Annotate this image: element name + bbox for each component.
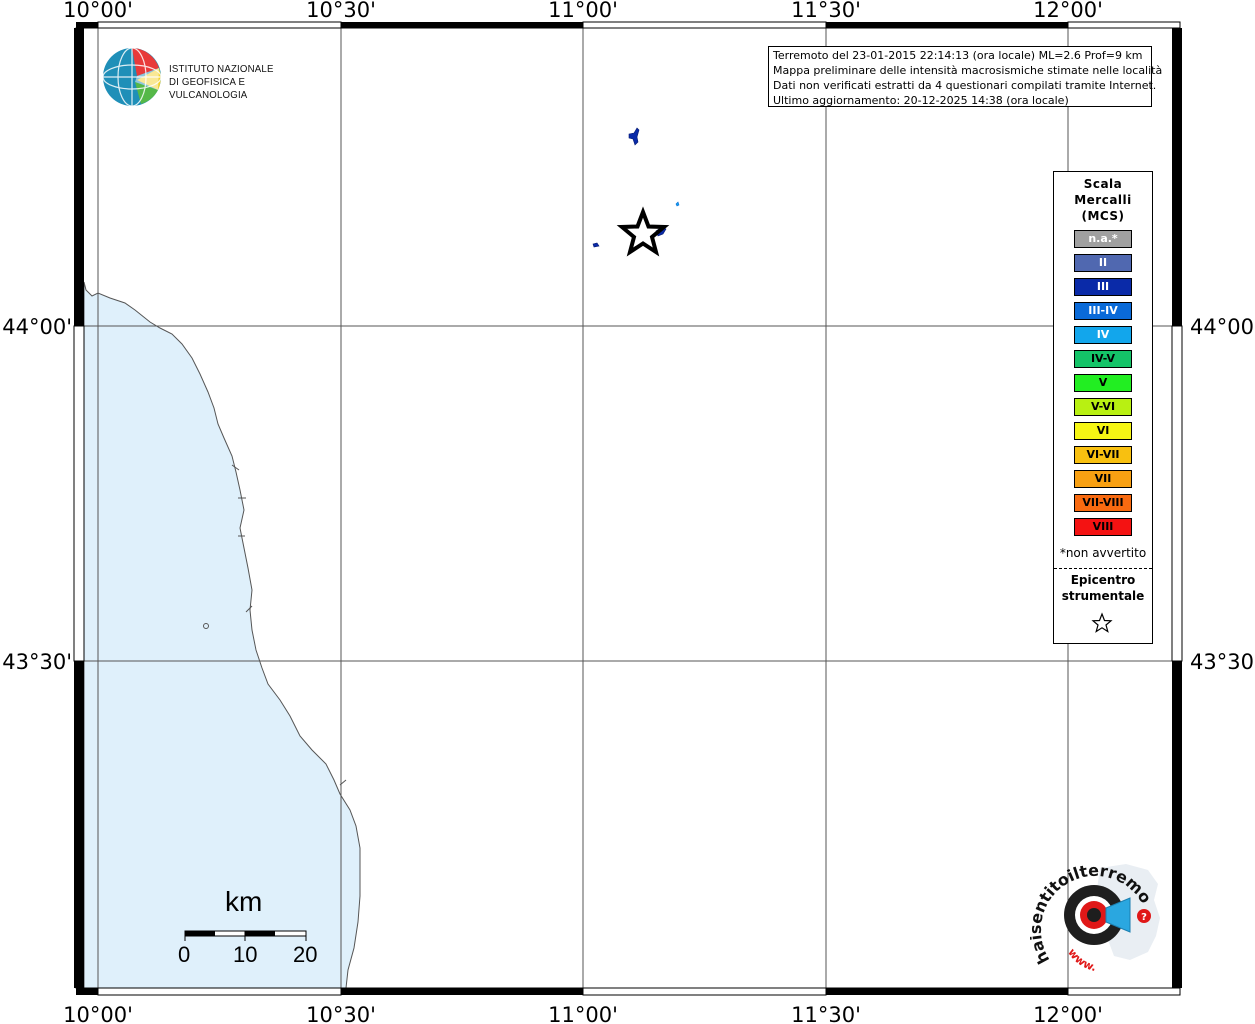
legend-item-viii: VIII — [1074, 518, 1132, 536]
legend-title-line2: Mercalli — [1074, 193, 1132, 207]
lon-tick-bottom-2: 10°30' — [306, 1003, 376, 1024]
svg-text:www.: www. — [1065, 946, 1097, 974]
globe-icon — [102, 47, 162, 107]
haisentito-logo: ? haisentitoilterremoto.it www. — [1025, 845, 1160, 975]
info-line-3: Dati non verificati estratti da 4 questi… — [773, 79, 1157, 92]
lon-tick-bottom-3: 11°00' — [548, 1003, 618, 1024]
legend-item-ii: II — [1074, 254, 1132, 272]
lon-tick-top-2: 10°30' — [306, 0, 376, 22]
sea-area — [83, 281, 361, 989]
lat-tick-right-2: 43°30' — [1190, 650, 1255, 674]
info-line-1: Terremoto del 23-01-2015 22:14:13 (ora l… — [773, 49, 1143, 62]
info-line-2: Mappa preliminare delle intensità macros… — [773, 64, 1163, 77]
legend-epicenter-line1: Epicentro — [1070, 573, 1136, 587]
lat-tick-right-1: 44°00' — [1190, 315, 1255, 339]
legend-item-iii-iv: III-IV — [1074, 302, 1132, 320]
scale-label-10: 10 — [233, 942, 258, 967]
lon-tick-top-3: 11°00' — [548, 0, 618, 22]
report-marker-2 — [592, 242, 600, 248]
lon-tick-bottom-5: 12°00' — [1033, 1003, 1103, 1024]
lon-tick-top-1: 10°00' — [63, 0, 133, 22]
legend-item-iv-v: IV-V — [1074, 350, 1132, 368]
epicenter-star — [616, 206, 670, 257]
brand-prefix: www. — [1065, 946, 1097, 974]
info-line-4: Ultimo aggiornamento: 20-12-2025 14:38 (… — [773, 94, 1069, 107]
mcs-legend: Scala Mercalli (MCS) n.a.* II III III-IV IV I… — [1053, 171, 1153, 644]
legend-epicenter-label: Epicentro strumentale — [1054, 572, 1152, 604]
scale-label-0: 0 — [178, 942, 191, 967]
legend-item-vi: VI — [1074, 422, 1132, 440]
legend-item-iii: III — [1074, 278, 1132, 296]
lat-tick-left-1: 44°00' — [2, 315, 72, 339]
report-marker-4 — [675, 201, 680, 207]
legend-item-vi-vii: VI-VII — [1074, 446, 1132, 464]
legend-title-line1: Scala — [1083, 177, 1123, 191]
ingv-logo: ISTITUTO NAZIONALE DI GEOFISICA E VULCAN… — [101, 47, 321, 108]
lon-tick-bottom-1: 10°00' — [63, 1003, 133, 1024]
lat-tick-left-2: 43°30' — [2, 650, 72, 674]
legend-separator — [1054, 568, 1152, 569]
scale-unit: km — [225, 886, 263, 917]
institute-line1: ISTITUTO NAZIONALE — [169, 63, 274, 75]
legend-item-iv: IV — [1074, 326, 1132, 344]
event-info-box: Terremoto del 23-01-2015 22:14:13 (ora l… — [768, 46, 1163, 107]
legend-title-line3: (MCS) — [1081, 209, 1125, 223]
legend-item-n-a: n.a.* — [1074, 230, 1132, 248]
legend-star-icon — [1091, 612, 1113, 633]
scale-label-20: 20 — [293, 942, 318, 967]
institute-line2: DI GEOFISICA E VULCANOLOGIA — [169, 76, 248, 101]
lon-tick-bottom-4: 11°30' — [791, 1003, 861, 1024]
legend-item-v: V — [1074, 374, 1132, 392]
legend-epicenter-line2: strumentale — [1061, 589, 1145, 603]
report-marker-1 — [628, 127, 640, 146]
legend-item-vii: VII — [1074, 470, 1132, 488]
svg-text:?: ? — [1141, 912, 1147, 923]
legend-item-vii-viii: VII-VIII — [1074, 494, 1132, 512]
legend-item-v-vi: V-VI — [1074, 398, 1132, 416]
lon-tick-top-5: 12°00' — [1033, 0, 1103, 22]
legend-note: *non avvertito — [1059, 546, 1147, 560]
intensity-reports — [592, 127, 680, 248]
lon-tick-top-4: 11°30' — [791, 0, 861, 22]
legend-title: Scala Mercalli (MCS) — [1054, 176, 1152, 224]
